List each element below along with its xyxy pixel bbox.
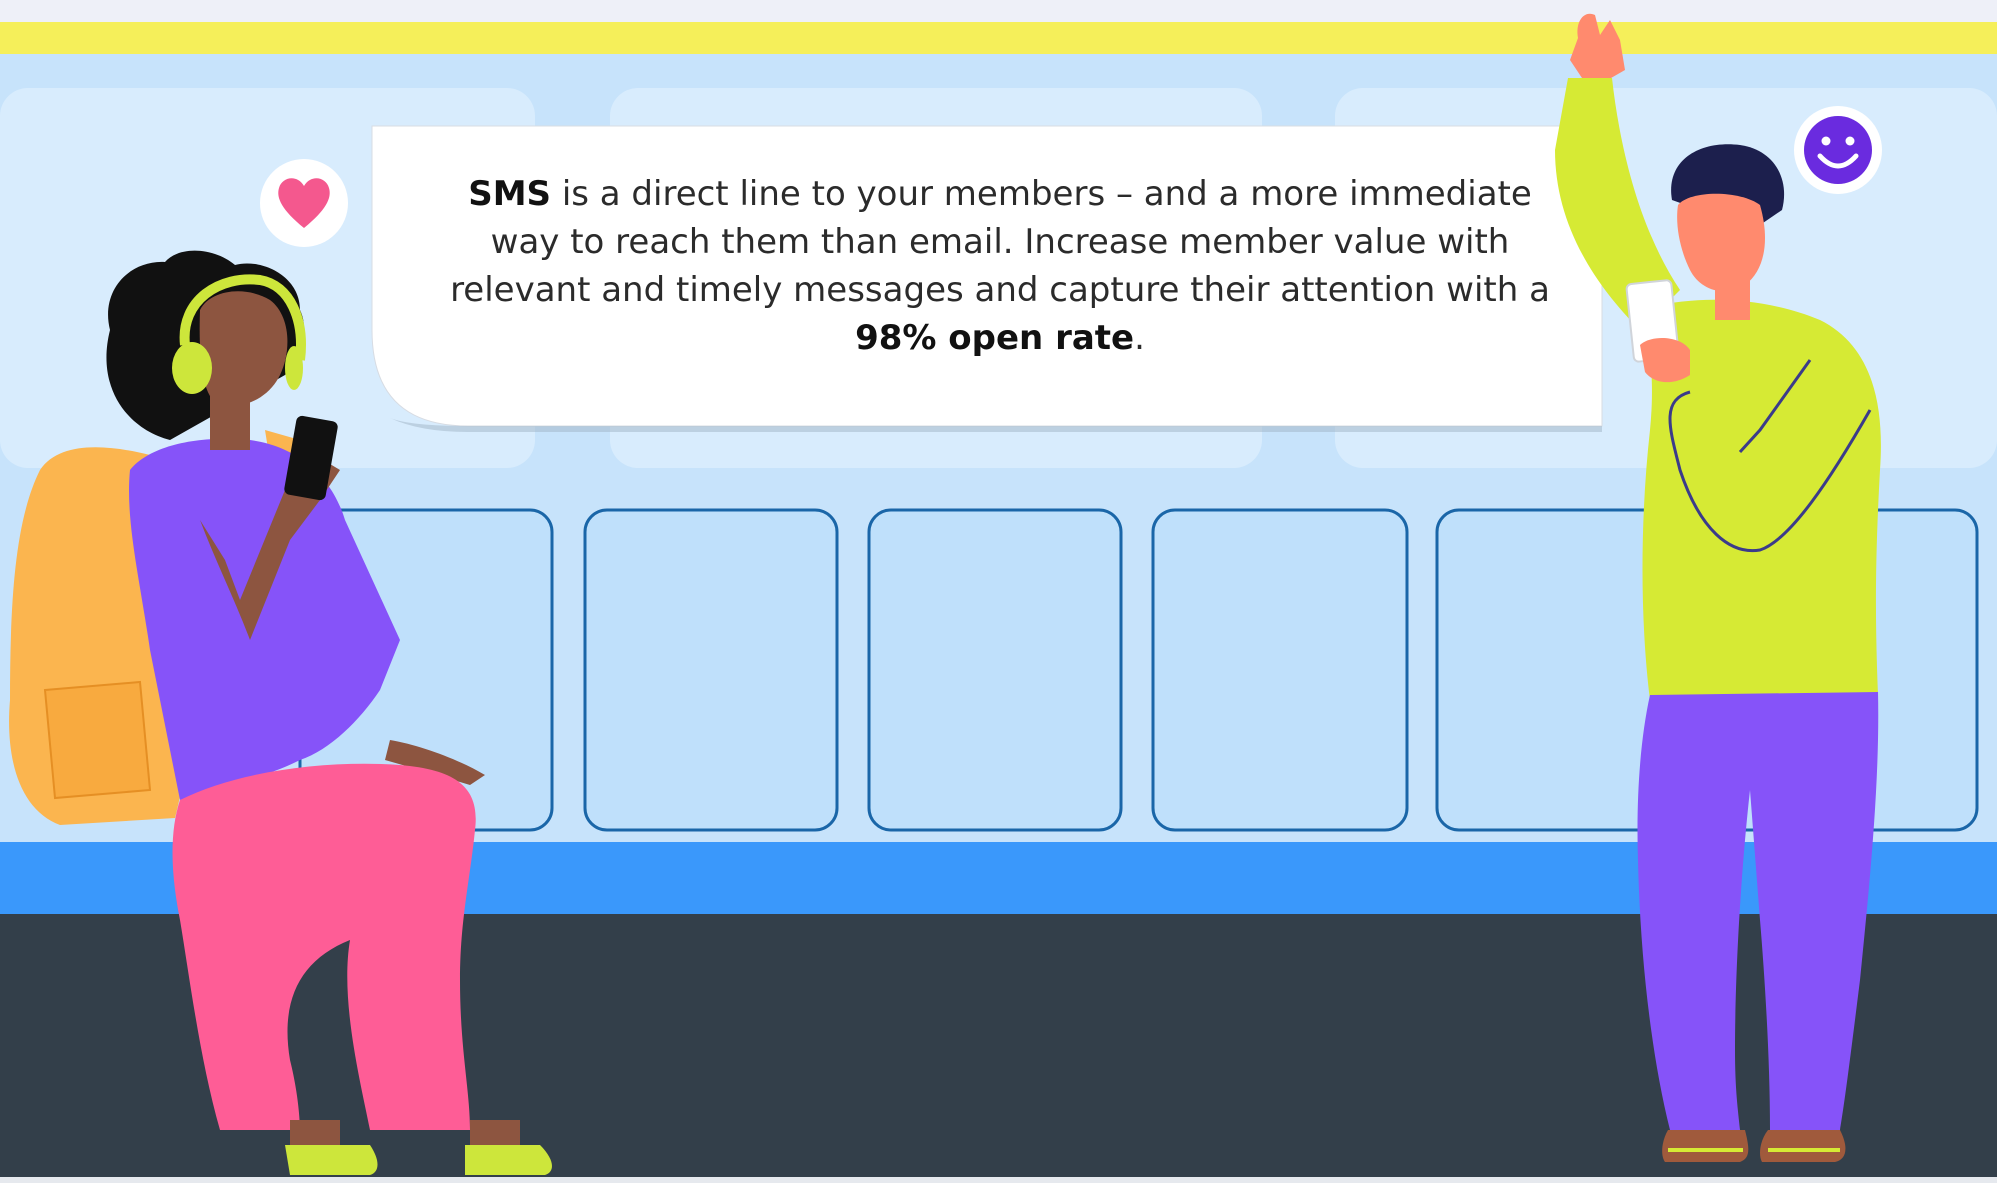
man-neck [1715, 280, 1750, 320]
message-bold-sms: SMS [468, 174, 552, 214]
man-sole-right [1768, 1148, 1840, 1152]
message-end: . [1134, 318, 1145, 358]
top-sky [0, 0, 1997, 22]
heart-icon [260, 159, 348, 247]
bottom-edge [0, 1177, 1997, 1183]
headphone-right [285, 346, 303, 390]
backpack-pocket [43, 680, 152, 800]
man-sole-left [1668, 1148, 1743, 1152]
window-4 [1151, 508, 1409, 832]
yellow-stripe [0, 22, 1997, 54]
man-shoe-right [1760, 1130, 1846, 1162]
woman-shoe-right [465, 1145, 552, 1175]
man-shoe-left [1662, 1130, 1749, 1162]
woman-neck [210, 395, 250, 450]
headphone-left [172, 342, 212, 394]
message-bold-open-rate: 98% open rate [855, 318, 1135, 358]
message-body: is a direct line to your members – and a… [450, 174, 1550, 310]
woman-shoe-left [285, 1145, 378, 1175]
window-2 [583, 508, 839, 832]
smiley-icon [1794, 106, 1882, 194]
window-3 [867, 508, 1123, 832]
message-text: SMS is a direct line to your members – a… [440, 170, 1560, 362]
